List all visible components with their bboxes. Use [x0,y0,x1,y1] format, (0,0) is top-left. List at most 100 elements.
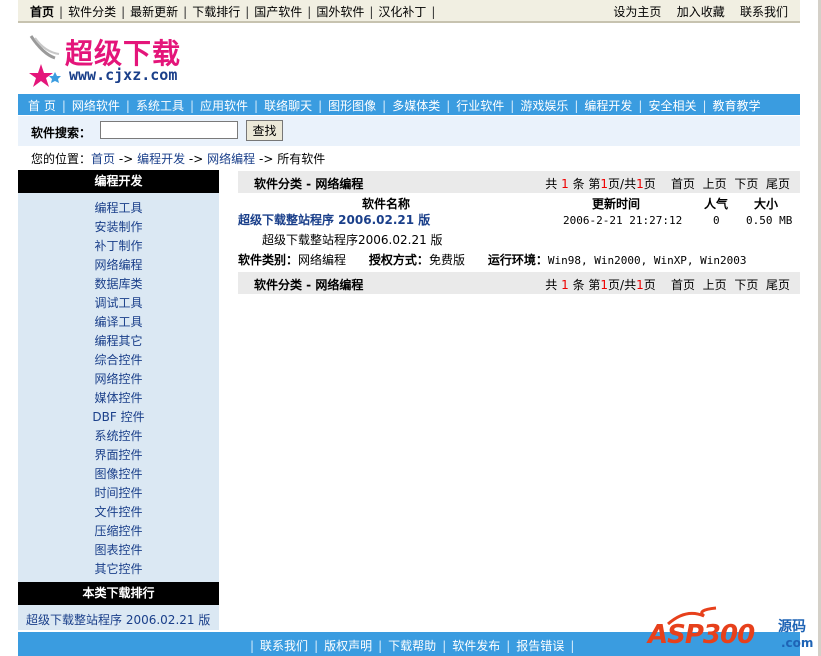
pager-first[interactable]: 首页 [671,278,695,292]
main-nav: 首 页 | 网络软件 | 系统工具 | 应用软件 | 联络聊天 | 图形图像 | 多媒体类 | 行业软件 | 游… [18,94,800,115]
sidebar-item[interactable]: 界面控件 [18,446,219,465]
sidebar-item[interactable]: 数据库类 [18,275,219,294]
watermark-domain: .com [781,636,814,650]
sidebar-item[interactable]: 其它控件 [18,560,219,579]
top-link-patches[interactable]: 汉化补丁 [378,5,426,19]
sidebar-item[interactable]: 时间控件 [18,484,219,503]
sidebar-item[interactable]: 编程其它 [18,332,219,351]
license-value: 免费版 [428,253,465,267]
search-bar: 软件搜索： 查找 [18,116,800,146]
nav-home[interactable]: 首 页 [28,99,56,113]
breadcrumb-current: 所有软件 [277,152,326,166]
sidebar-item[interactable]: 图像控件 [18,465,219,484]
add-favorite-link[interactable]: 加入收藏 [677,5,725,19]
footer-help[interactable]: 下载帮助 [388,639,436,653]
watermark-tag: 源码 [778,619,806,635]
ranking-item[interactable]: 超级下载整站程序 2006.02.21 版 [26,611,210,628]
search-button[interactable]: 查找 [246,120,283,141]
site-logo[interactable]: 超级下载 www.cjxz.com [25,28,195,88]
pager-first[interactable]: 首页 [671,177,695,191]
breadcrumb-arrow: -> [188,152,204,166]
software-meta: 软件类别：网络编程 授权方式：免费版 运行环境：Win98, Win2000, … [238,250,800,270]
pager-pages: 1 [636,177,644,191]
pager-total: 1 [561,177,569,191]
top-link-home[interactable]: 首页 [30,5,54,19]
breadcrumb-prefix: 您的位置： [31,152,92,166]
nav-games[interactable]: 游戏娱乐 [520,99,568,113]
nav-security[interactable]: 安全相关 [648,99,696,113]
software-name-link[interactable]: 超级下载整站程序 2006.02.21 版 [238,213,430,227]
col-name: 软件名称 [362,197,411,211]
footer-report[interactable]: 报告错误 [516,639,564,653]
sidebar-item[interactable]: 媒体控件 [18,389,219,408]
pager-prev[interactable]: 上页 [703,177,727,191]
pager-mid: 页/共 [608,177,637,191]
pager-pages: 1 [636,278,644,292]
top-links-left: 首页 | 软件分类 | 最新更新 | 下载排行 | 国产软件 | 国外软件 | 汉化补丁 | [30,5,436,19]
nav-multimedia[interactable]: 多媒体类 [392,99,440,113]
nav-programming[interactable]: 编程开发 [584,99,632,113]
sidebar-item[interactable]: 文件控件 [18,503,219,522]
pager-total: 1 [561,278,569,292]
nav-industry[interactable]: 行业软件 [456,99,504,113]
sidebar-item[interactable]: 系统控件 [18,427,219,446]
sidebar-item[interactable]: 安装制作 [18,218,219,237]
watermark-brand: ASP300 [648,620,755,650]
footer-copyright[interactable]: 版权声明 [324,639,372,653]
nav-system-tools[interactable]: 系统工具 [136,99,184,113]
pager-next[interactable]: 下页 [734,177,758,191]
sidebar-item[interactable]: 调试工具 [18,294,219,313]
contact-link[interactable]: 联系我们 [740,5,788,19]
top-link-foreign[interactable]: 国外软件 [316,5,364,19]
top-link-latest[interactable]: 最新更新 [130,5,178,19]
top-link-ranking[interactable]: 下载排行 [192,5,240,19]
pager-suffix: 页 [643,177,656,191]
pager-last[interactable]: 尾页 [766,278,790,292]
pager-current: 1 [600,177,609,191]
software-time: 2006-2-21 21:27:12 [563,214,683,227]
footer-submit[interactable]: 软件发布 [452,639,500,653]
pager-last[interactable]: 尾页 [766,177,790,191]
env-label: 运行环境： [487,253,548,267]
software-listing: 软件分类 - 网络编程 共 1 条 第1页/共1页 首页 上页 下页 尾页 软件… [238,171,800,294]
sidebar-item[interactable]: DBF 控件 [18,408,219,427]
nav-chat[interactable]: 联络聊天 [264,99,312,113]
pager-next[interactable]: 下页 [734,278,758,292]
sidebar-item[interactable]: 编程工具 [18,199,219,218]
nav-network-software[interactable]: 网络软件 [72,99,120,113]
ranking-title: 本类下载排行 [18,582,219,605]
sidebar-item[interactable]: 图表控件 [18,541,219,560]
sidebar-item[interactable]: 压缩控件 [18,522,219,541]
top-link-categories[interactable]: 软件分类 [68,5,116,19]
listing-title: 软件分类 - 网络编程 [254,278,364,292]
breadcrumb-arrow: -> [258,152,274,166]
set-homepage-link[interactable]: 设为主页 [613,5,661,19]
top-bar: 首页 | 软件分类 | 最新更新 | 下载排行 | 国产软件 | 国外软件 | 汉化补丁 | 设为主页 加… [18,0,800,23]
pager: 共 1 条 第1页/共1页 首页 上页 下页 尾页 [545,175,790,192]
software-hits: 0 [713,214,720,227]
logo-url: www.cjxz.com [69,66,178,84]
breadcrumb: 您的位置：首页 -> 编程开发 -> 网络编程 -> 所有软件 [31,150,325,167]
nav-education[interactable]: 教育教学 [713,99,761,113]
listing-title: 软件分类 - 网络编程 [254,177,364,191]
breadcrumb-category[interactable]: 编程开发 [137,152,185,166]
nav-graphics[interactable]: 图形图像 [328,99,376,113]
pager-prev[interactable]: 上页 [703,278,727,292]
top-link-domestic[interactable]: 国产软件 [254,5,302,19]
sidebar-item[interactable]: 综合控件 [18,351,219,370]
breadcrumb-home[interactable]: 首页 [91,152,115,166]
type-value: 网络编程 [298,253,347,267]
sidebar-item[interactable]: 网络编程 [18,256,219,275]
breadcrumb-arrow: -> [118,152,134,166]
sidebar-item[interactable]: 补丁制作 [18,237,219,256]
nav-applications[interactable]: 应用软件 [200,99,248,113]
col-size: 大小 [754,197,779,211]
search-input[interactable] [100,121,238,139]
breadcrumb-subcategory[interactable]: 网络编程 [207,152,255,166]
footer-contact[interactable]: 联系我们 [260,639,308,653]
sidebar-item[interactable]: 编译工具 [18,313,219,332]
pager-total-prefix: 共 [545,177,558,191]
pager-current: 1 [600,278,609,292]
sidebar-item[interactable]: 网络控件 [18,370,219,389]
type-label: 软件类别： [238,253,299,267]
